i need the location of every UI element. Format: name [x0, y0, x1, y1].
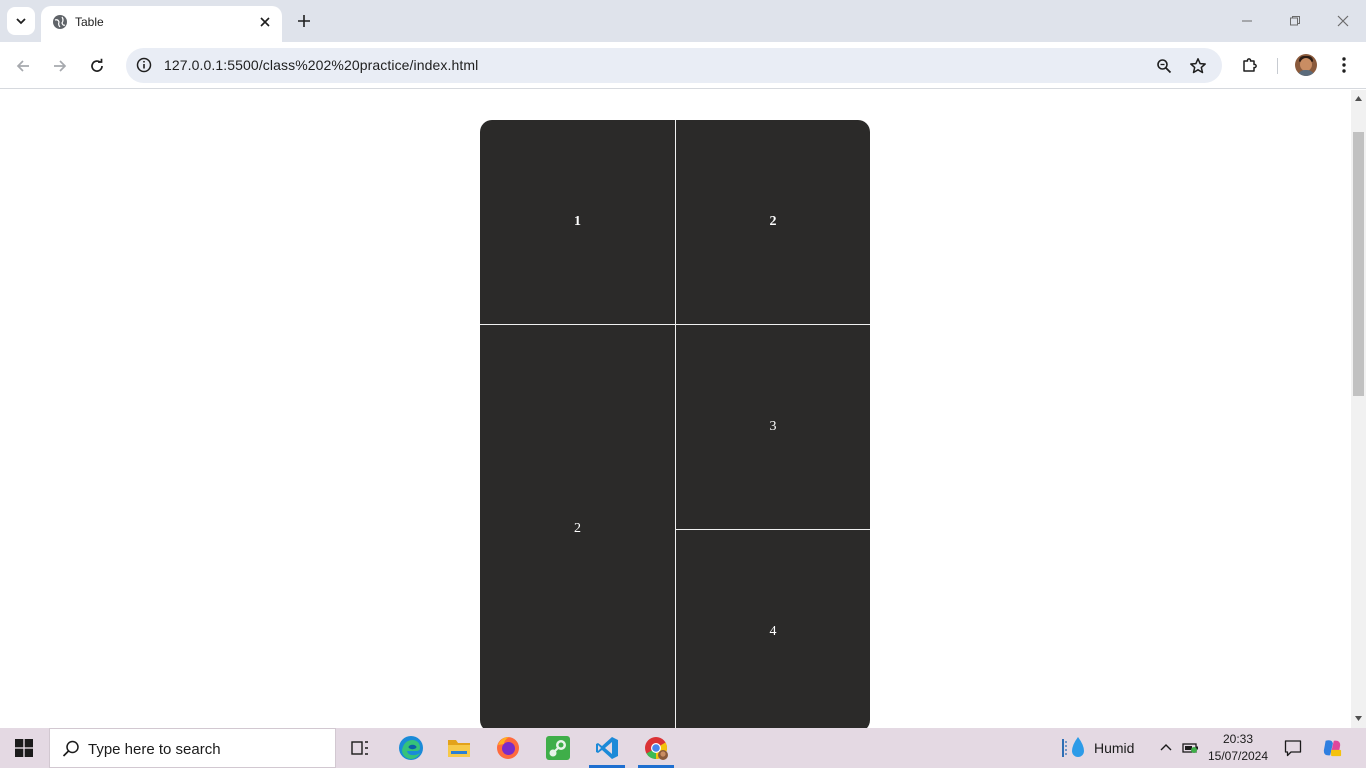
humidity-icon — [1062, 737, 1084, 757]
chrome-button[interactable] — [634, 728, 678, 768]
avatar-shirt — [1297, 70, 1315, 76]
globe-icon — [53, 15, 67, 29]
new-tab-button[interactable] — [292, 9, 316, 33]
close-icon — [1337, 15, 1349, 27]
browser-tab[interactable]: Tab​le — [41, 6, 282, 42]
search-placeholder: Type here to search — [88, 741, 221, 758]
chevron-up-icon — [1160, 744, 1172, 751]
close-icon — [260, 17, 270, 27]
scroll-up-button[interactable] — [1354, 94, 1363, 103]
info-icon — [136, 57, 152, 73]
battery-button[interactable] — [1181, 738, 1201, 758]
arrow-right-icon — [54, 60, 67, 72]
restore-button[interactable] — [1272, 8, 1318, 34]
edge-icon — [399, 736, 423, 760]
task-view-icon — [351, 741, 368, 755]
table-cell-4: 4 — [769, 624, 777, 639]
task-view-button[interactable] — [338, 728, 382, 768]
firefox-button[interactable] — [486, 728, 530, 768]
url-text[interactable]: 127.0.0.1:5500/class%202%20practice/inde… — [164, 57, 478, 73]
data-table: 1 2 2 3 4 — [480, 120, 870, 728]
edge-button[interactable] — [389, 728, 433, 768]
site-info-button[interactable] — [134, 55, 154, 75]
windows-taskbar: Type here to search Humid 20:33 15/07/20… — [0, 728, 1366, 768]
reload-button[interactable] — [83, 52, 111, 80]
forward-button[interactable] — [46, 52, 74, 80]
restore-icon — [1290, 16, 1300, 26]
windows-logo-icon — [15, 739, 33, 757]
column-divider — [675, 120, 676, 728]
address-bar[interactable]: 127.0.0.1:5500/class%202%20practice/inde… — [126, 48, 1222, 83]
extensions-button[interactable] — [1238, 53, 1262, 77]
copilot-icon — [1323, 740, 1342, 757]
arrow-left-icon — [16, 60, 29, 72]
weather-text: Humid — [1094, 740, 1135, 756]
plus-icon — [298, 15, 310, 27]
notifications-button[interactable] — [1283, 738, 1303, 758]
tab-strip: Tab​le — [0, 0, 1366, 42]
header-cell-2: 2 — [769, 214, 777, 229]
vertical-scrollbar[interactable] — [1351, 90, 1366, 728]
steam-button[interactable] — [536, 728, 580, 768]
taskbar-search[interactable]: Type here to search — [49, 728, 336, 768]
clock-time: 20:33 — [1222, 732, 1254, 746]
reload-icon — [91, 58, 103, 72]
system-clock[interactable]: 20:33 15/07/2024 — [1204, 731, 1272, 765]
scroll-thumb[interactable] — [1353, 132, 1364, 396]
toolbar-separator — [1277, 58, 1278, 74]
puzzle-icon — [1243, 58, 1257, 72]
scroll-down-button[interactable] — [1354, 714, 1363, 723]
vscode-icon — [596, 737, 618, 759]
battery-icon — [1182, 743, 1198, 753]
tab-close-button[interactable] — [256, 13, 274, 31]
clock-date: 15/07/2024 — [1207, 749, 1269, 763]
firefox-icon — [497, 737, 519, 759]
browser-menu-button[interactable] — [1332, 53, 1356, 77]
bookmark-button[interactable] — [1188, 56, 1208, 76]
star-icon — [1190, 58, 1206, 74]
search-icon — [62, 740, 79, 757]
zoom-button[interactable] — [1154, 56, 1174, 76]
header-cell-1: 1 — [574, 214, 581, 229]
show-hidden-icons-button[interactable] — [1156, 738, 1176, 758]
chevron-down-icon — [16, 18, 26, 25]
vscode-button[interactable] — [585, 728, 629, 768]
tab-title: Tab​le — [75, 15, 104, 29]
copilot-button[interactable] — [1322, 738, 1342, 758]
steam-icon — [546, 736, 570, 760]
notification-icon — [1284, 740, 1302, 757]
profile-avatar[interactable] — [1295, 54, 1317, 76]
start-button[interactable] — [0, 728, 48, 768]
triangle-down-icon — [1355, 716, 1362, 721]
zoom-icon — [1157, 59, 1172, 74]
back-button[interactable] — [9, 52, 37, 80]
minimize-icon — [1242, 20, 1252, 22]
browser-toolbar: 127.0.0.1:5500/class%202%20practice/inde… — [0, 42, 1366, 89]
file-explorer-button[interactable] — [437, 728, 481, 768]
weather-widget[interactable]: Humid — [1058, 728, 1148, 768]
triangle-up-icon — [1355, 96, 1362, 101]
page-viewport: 1 2 2 3 4 — [0, 90, 1351, 728]
more-vertical-icon — [1342, 57, 1346, 73]
minimize-button[interactable] — [1224, 8, 1270, 34]
table-cell-3: 3 — [769, 419, 777, 434]
chrome-icon — [645, 737, 668, 760]
table-cell-rowspan: 2 — [574, 520, 581, 536]
close-window-button[interactable] — [1320, 8, 1366, 34]
file-explorer-icon — [448, 740, 470, 757]
tab-search-button[interactable] — [7, 7, 35, 35]
